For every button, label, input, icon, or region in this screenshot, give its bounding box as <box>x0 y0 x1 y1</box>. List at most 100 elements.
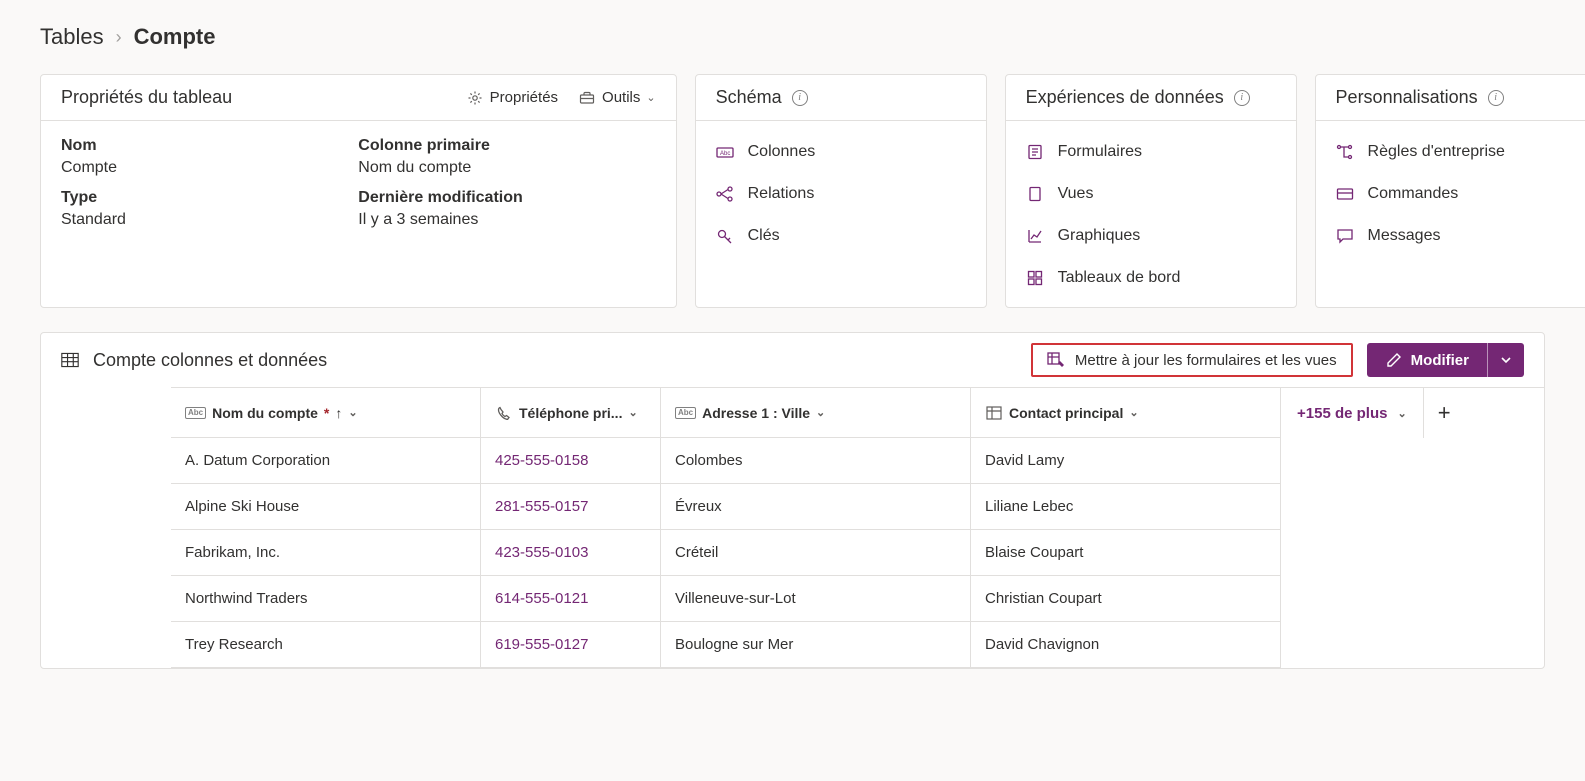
lookup-icon <box>985 404 1003 422</box>
business-rules-link[interactable]: Règles d'entreprise <box>1336 143 1578 161</box>
data-table: Abc Nom du compte * ↑ ⌄ Téléphone pri...… <box>171 387 1544 668</box>
cell-contact[interactable]: Christian Coupart <box>971 576 1281 622</box>
link-label: Vues <box>1058 185 1094 203</box>
prop-primary-value: Nom du compte <box>358 159 655 177</box>
prop-primary-label: Colonne primaire <box>358 137 655 155</box>
column-label: Nom du compte <box>212 405 318 421</box>
cell-name[interactable]: A. Datum Corporation <box>171 438 481 484</box>
columns-icon: Abc <box>716 143 734 161</box>
data-section: Compte colonnes et données Mettre à jour… <box>40 332 1545 669</box>
messages-link[interactable]: Messages <box>1336 227 1578 245</box>
more-columns-button[interactable]: +155 de plus ⌄ <box>1281 388 1424 438</box>
breadcrumb: Tables › Compte <box>40 24 1545 50</box>
column-label: Contact principal <box>1009 405 1123 421</box>
info-icon[interactable]: i <box>1488 90 1504 106</box>
commands-link[interactable]: Commandes <box>1336 185 1578 203</box>
card-title: Schéma <box>716 87 782 108</box>
required-indicator: * <box>324 405 329 421</box>
update-forms-views-button[interactable]: Mettre à jour les formulaires et les vue… <box>1031 343 1353 377</box>
forms-link[interactable]: Formulaires <box>1026 143 1276 161</box>
prop-type-label: Type <box>61 189 358 207</box>
table-row[interactable]: A. Datum Corporation425-555-0158Colombes… <box>171 438 1544 484</box>
prop-modified-label: Dernière modification <box>358 189 655 207</box>
cell-city[interactable]: Boulogne sur Mer <box>661 622 971 668</box>
table-row[interactable]: Northwind Traders614-555-0121Villeneuve-… <box>171 576 1544 622</box>
info-icon[interactable]: i <box>1234 90 1250 106</box>
table-properties-card: Propriétés du tableau Propriétés Outils <box>40 74 677 308</box>
table-row[interactable]: Alpine Ski House281-555-0157ÉvreuxLilian… <box>171 484 1544 530</box>
svg-text:Abc: Abc <box>720 151 730 157</box>
chevron-down-icon: ⌄ <box>646 91 655 104</box>
link-label: Tableaux de bord <box>1058 269 1181 287</box>
cell-name[interactable]: Alpine Ski House <box>171 484 481 530</box>
tools-button[interactable]: Outils ⌄ <box>578 89 656 107</box>
relations-link[interactable]: Relations <box>716 185 966 203</box>
dashboard-icon <box>1026 269 1044 287</box>
prop-modified-value: Il y a 3 semaines <box>358 211 655 229</box>
column-header-phone[interactable]: Téléphone pri... ⌄ <box>481 388 661 438</box>
charts-link[interactable]: Graphiques <box>1026 227 1276 245</box>
link-label: Relations <box>748 185 815 203</box>
cell-city[interactable]: Villeneuve-sur-Lot <box>661 576 971 622</box>
breadcrumb-parent[interactable]: Tables <box>40 24 104 50</box>
cell-phone[interactable]: 423-555-0103 <box>481 530 661 576</box>
messages-icon <box>1336 227 1354 245</box>
update-icon <box>1047 351 1065 369</box>
card-title: Propriétés du tableau <box>61 87 232 108</box>
cell-phone[interactable]: 614-555-0121 <box>481 576 661 622</box>
link-label: Colonnes <box>748 143 816 161</box>
link-label: Graphiques <box>1058 227 1141 245</box>
modify-button-label: Modifier <box>1411 352 1469 369</box>
cell-phone[interactable]: 425-555-0158 <box>481 438 661 484</box>
cell-name[interactable]: Northwind Traders <box>171 576 481 622</box>
column-header-city[interactable]: Abc Adresse 1 : Ville ⌄ <box>661 388 971 438</box>
edit-icon <box>1385 351 1403 369</box>
sort-asc-icon: ↑ <box>335 405 342 421</box>
columns-link[interactable]: Abc Colonnes <box>716 143 966 161</box>
phone-icon <box>495 404 513 422</box>
keys-icon <box>716 227 734 245</box>
cell-contact[interactable]: David Lamy <box>971 438 1281 484</box>
breadcrumb-current: Compte <box>134 24 216 50</box>
cell-phone[interactable]: 281-555-0157 <box>481 484 661 530</box>
cell-city[interactable]: Colombes <box>661 438 971 484</box>
table-row[interactable]: Fabrikam, Inc.423-555-0103CréteilBlaise … <box>171 530 1544 576</box>
chevron-right-icon: › <box>116 27 122 48</box>
data-section-title: Compte colonnes et données <box>93 350 327 371</box>
dashboards-link[interactable]: Tableaux de bord <box>1026 269 1276 287</box>
prop-type-value: Standard <box>61 211 358 229</box>
update-button-label: Mettre à jour les formulaires et les vue… <box>1075 352 1337 369</box>
card-title: Expériences de données <box>1026 87 1224 108</box>
cell-phone[interactable]: 619-555-0127 <box>481 622 661 668</box>
cell-contact[interactable]: Liliane Lebec <box>971 484 1281 530</box>
cell-city[interactable]: Créteil <box>661 530 971 576</box>
link-label: Commandes <box>1368 185 1459 203</box>
keys-link[interactable]: Clés <box>716 227 966 245</box>
column-header-name[interactable]: Abc Nom du compte * ↑ ⌄ <box>171 388 481 438</box>
prop-name-value: Compte <box>61 159 358 177</box>
link-label: Formulaires <box>1058 143 1142 161</box>
views-link[interactable]: Vues <box>1026 185 1276 203</box>
info-icon[interactable]: i <box>792 90 808 106</box>
add-column-button[interactable]: + <box>1424 388 1465 438</box>
cell-city[interactable]: Évreux <box>661 484 971 530</box>
chart-icon <box>1026 227 1044 245</box>
chevron-down-icon: ⌄ <box>816 406 825 419</box>
chevron-down-icon: ⌄ <box>1397 407 1406 420</box>
modify-split-button[interactable] <box>1487 343 1524 377</box>
properties-button[interactable]: Propriétés <box>466 89 558 107</box>
chevron-down-icon: ⌄ <box>348 406 357 419</box>
text-type-icon: Abc <box>675 407 696 419</box>
cell-contact[interactable]: David Chavignon <box>971 622 1281 668</box>
table-row[interactable]: Trey Research619-555-0127Boulogne sur Me… <box>171 622 1544 668</box>
modify-button[interactable]: Modifier <box>1367 343 1524 377</box>
schema-card: Schéma i Abc Colonnes <box>695 74 987 308</box>
relations-icon <box>716 185 734 203</box>
cell-name[interactable]: Trey Research <box>171 622 481 668</box>
cell-name[interactable]: Fabrikam, Inc. <box>171 530 481 576</box>
rules-icon <box>1336 143 1354 161</box>
column-header-contact[interactable]: Contact principal ⌄ <box>971 388 1281 438</box>
cell-contact[interactable]: Blaise Coupart <box>971 530 1281 576</box>
column-label: Adresse 1 : Ville <box>702 405 810 421</box>
more-columns-label: +155 de plus <box>1297 405 1387 422</box>
